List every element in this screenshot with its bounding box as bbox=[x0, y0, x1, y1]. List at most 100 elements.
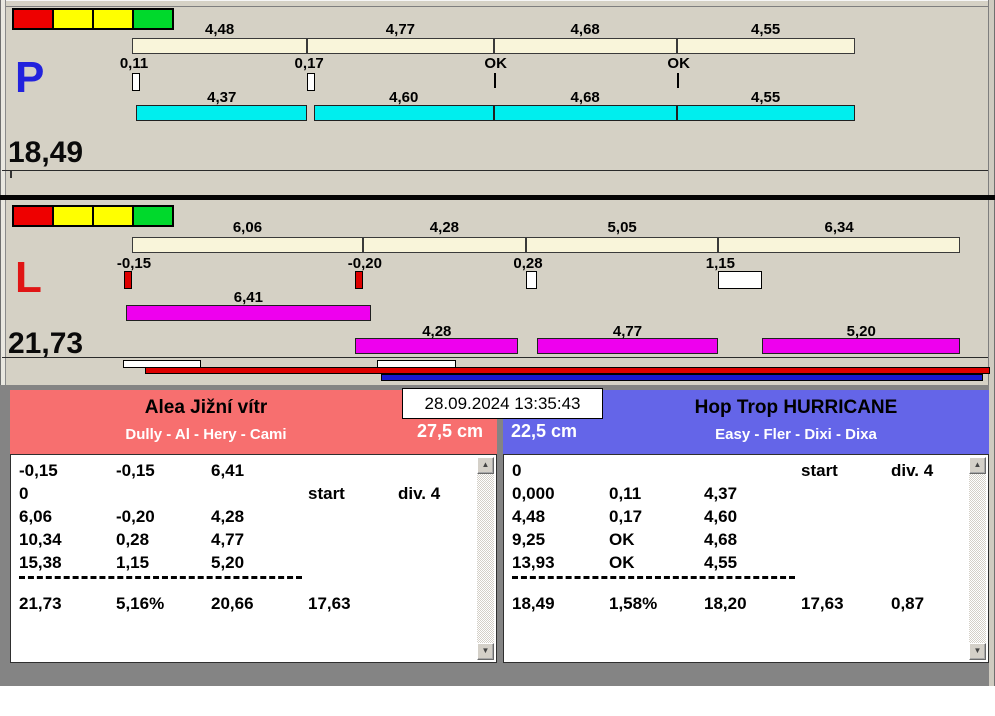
lane-l-label: L bbox=[15, 253, 42, 302]
team-left-table-content: -0,15 -0,15 6,41 0 start div. 4 6,06 -0,20 4,28 1… bbox=[11, 455, 476, 662]
lane-l-dog-run-label: 4,77 bbox=[612, 323, 643, 340]
scroll-down-icon[interactable]: ▼ bbox=[969, 643, 986, 660]
summary-cell: 18,20 bbox=[704, 594, 747, 613]
table-cell: 0,28 bbox=[116, 530, 150, 549]
light-2-icon bbox=[52, 10, 92, 28]
results-section: Alea Jižní vítr Dully - Al - Hery - Cami… bbox=[0, 385, 989, 686]
lane-l-total: 21,73 bbox=[8, 327, 84, 360]
lane-l-dog-run-bar bbox=[536, 338, 719, 354]
flyball-timing-window: P 18,49 L 21,73 Alea Jižní vítr Dully - … bbox=[0, 0, 995, 686]
lane-l-split-segment bbox=[362, 237, 526, 253]
lane-p-split-time-label: 4,77 bbox=[385, 21, 416, 38]
lane-p-dog-run-label: 4,68 bbox=[570, 89, 600, 106]
table-cell: 9,25 bbox=[512, 530, 546, 549]
team-right-jump-height: 22,5 cm bbox=[511, 421, 578, 441]
lane-l-split-time-label: 5,05 bbox=[607, 219, 637, 236]
summary-cell: 5,16% bbox=[116, 594, 165, 613]
summary-cell: 1,58% bbox=[609, 594, 658, 613]
lane-l-start-offset-label: 1,15 bbox=[705, 255, 735, 272]
table-cell: -0,20 bbox=[116, 507, 155, 526]
table-cell: start bbox=[308, 484, 345, 503]
lane-p-dog-run-label: 4,37 bbox=[207, 89, 237, 106]
lane-p-split-time-label: 4,68 bbox=[570, 21, 600, 38]
lane-l-timeline-track bbox=[2, 357, 988, 358]
light-3-icon bbox=[92, 207, 132, 225]
table-cell: div. 4 bbox=[398, 484, 441, 503]
lane-p-split-segment bbox=[493, 38, 677, 54]
table-cell: 4,60 bbox=[704, 507, 738, 526]
team-left-jump-height: 27,5 cm bbox=[416, 421, 483, 441]
table-cell: 15,38 bbox=[19, 553, 62, 572]
table-cell: 4,48 bbox=[512, 507, 546, 526]
light-1-icon bbox=[14, 207, 52, 225]
table-cell: 0,000 bbox=[512, 484, 555, 503]
lane-l-split-segment bbox=[525, 237, 719, 253]
lane-p-label: P bbox=[15, 53, 45, 102]
table-cell: 4,68 bbox=[704, 530, 738, 549]
summary-cell: 18,49 bbox=[512, 594, 555, 613]
lane-l-start-offset-label: 0,28 bbox=[513, 255, 543, 272]
table-cell: -0,15 bbox=[19, 461, 58, 480]
team-left-name: Alea Jižní vítr bbox=[144, 397, 268, 418]
light-1-icon bbox=[14, 10, 52, 28]
lane-l-start-offset-marker bbox=[718, 271, 763, 289]
table-cell: 0,11 bbox=[609, 484, 642, 503]
table-cell: -0,15 bbox=[116, 461, 155, 480]
lane-p-total: 18,49 bbox=[8, 136, 84, 169]
lane-l-start-offset-label: -0,20 bbox=[347, 255, 382, 272]
lane-l-split-segment bbox=[718, 237, 960, 253]
light-4-icon bbox=[132, 207, 172, 225]
summary-cell: 0,87 bbox=[891, 594, 925, 613]
lane-l-split-time-label: 4,28 bbox=[429, 219, 460, 236]
table-cell: OK bbox=[609, 530, 635, 549]
table-cell: 5,20 bbox=[211, 553, 245, 572]
lane-l-dog-run-label: 6,41 bbox=[233, 289, 263, 306]
lane-p-timeline-track bbox=[2, 170, 988, 171]
summary-cell: 17,63 bbox=[801, 594, 844, 613]
lane-p-start-offset-label: 0,17 bbox=[294, 55, 324, 72]
clock: 28.09.2024 13:35:43 bbox=[402, 388, 603, 419]
lane-p-dog-run-bar bbox=[313, 105, 494, 121]
team-right-scrollbar[interactable]: ▲ ▼ bbox=[969, 457, 986, 660]
window-top-edge bbox=[0, 0, 995, 7]
lane-p-split-time-label: 4,55 bbox=[751, 21, 781, 38]
start-lights-l bbox=[12, 205, 174, 227]
team-right-results-table: 0 start div. 4 0,000 0,11 4,37 4,48 0,17 4,60 9,2… bbox=[503, 454, 989, 663]
lane-l-start-offset-marker bbox=[525, 271, 537, 289]
lane-p-split-time-label: 4,48 bbox=[204, 21, 235, 38]
lane-p-start-offset-label: OK bbox=[484, 55, 507, 72]
scroll-up-icon[interactable]: ▲ bbox=[969, 457, 986, 474]
screenshot-stage: P 18,49 L 21,73 Alea Jižní vítr Dully - … bbox=[0, 0, 995, 716]
team-right-dogs: Easy - Fler - Dixi - Dixa bbox=[715, 426, 877, 443]
lane-p-split-segment bbox=[307, 38, 494, 54]
separator-dashed bbox=[512, 576, 795, 579]
scroll-up-icon[interactable]: ▲ bbox=[477, 457, 494, 474]
table-cell: 6,41 bbox=[211, 461, 245, 480]
team-left-results-table: -0,15 -0,15 6,41 0 start div. 4 6,06 -0,20 4,28 1… bbox=[10, 454, 497, 663]
timeline-blue-bar bbox=[381, 374, 983, 381]
lane-l-dog-run-label: 4,28 bbox=[422, 323, 452, 340]
lane-l-split-time-label: 6,34 bbox=[824, 219, 854, 236]
table-cell: 13,93 bbox=[512, 553, 555, 572]
scroll-down-icon[interactable]: ▼ bbox=[477, 643, 494, 660]
lane-p-dog-run-bar bbox=[493, 105, 677, 121]
lane-p-start-offset-marker bbox=[307, 73, 316, 91]
light-4-icon bbox=[132, 10, 172, 28]
table-cell: 10,34 bbox=[19, 530, 62, 549]
team-left-scrollbar[interactable]: ▲ ▼ bbox=[477, 457, 494, 660]
lane-p-start-offset-marker bbox=[132, 73, 140, 91]
start-lights-p bbox=[12, 8, 174, 30]
lane-p-start-ok-marker bbox=[493, 73, 496, 88]
table-cell: start bbox=[801, 461, 838, 480]
team-left-dogs: Dully - Al - Hery - Cami bbox=[125, 426, 287, 443]
table-cell: OK bbox=[609, 553, 635, 572]
lane-l-dog-run-bar bbox=[126, 305, 371, 321]
lane-l-dog-run-bar bbox=[355, 338, 519, 354]
lane-l-dog-run-label: 5,20 bbox=[846, 323, 876, 340]
lane-l-start-offset-marker bbox=[354, 271, 363, 289]
lane-l-start-offset-label: -0,15 bbox=[116, 255, 152, 272]
lane-p-dog-run-label: 4,60 bbox=[389, 89, 419, 106]
lane-p-start-ok-marker bbox=[676, 73, 679, 88]
table-cell: 0 bbox=[19, 484, 29, 503]
lane-l-split-segment bbox=[132, 237, 363, 253]
